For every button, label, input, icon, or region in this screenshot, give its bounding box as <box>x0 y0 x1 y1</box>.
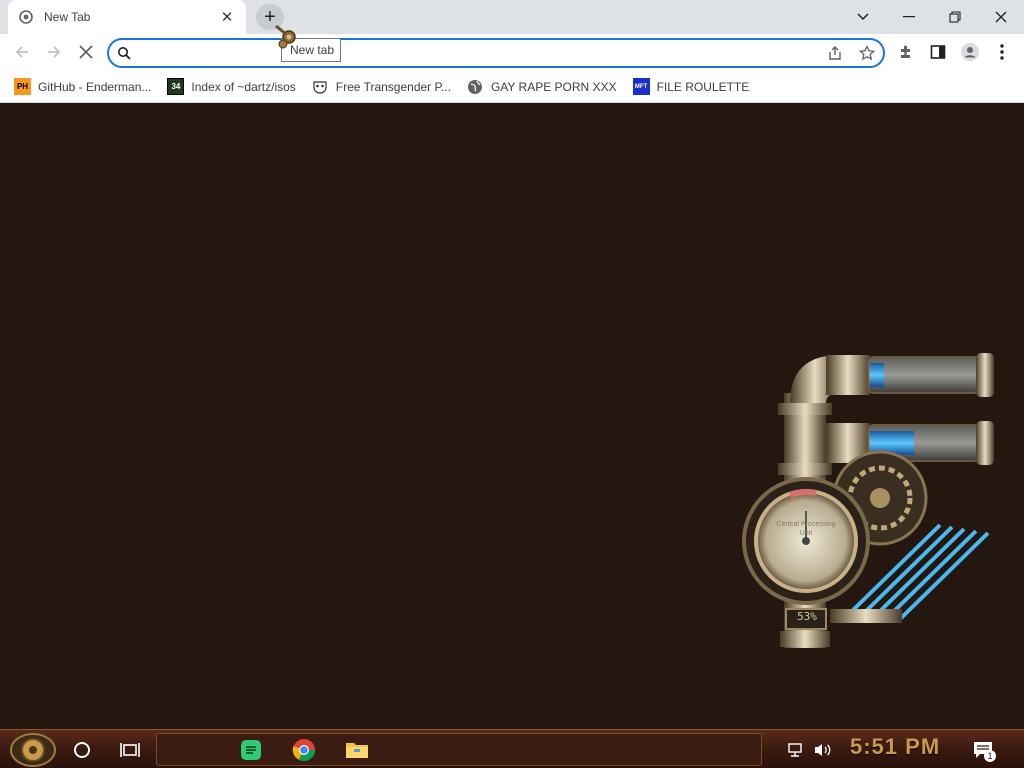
cpu-dial-label: Central Processing Unit <box>776 521 836 537</box>
bookmark-label: Index of ~dartz/isos <box>191 79 296 94</box>
network-icon[interactable] <box>782 733 808 766</box>
globe-icon <box>467 78 484 95</box>
address-input[interactable] <box>139 45 819 61</box>
side-panel-icon[interactable] <box>924 38 952 66</box>
mask-icon <box>312 78 329 95</box>
file-explorer-icon[interactable] <box>340 733 374 766</box>
back-button[interactable] <box>8 38 36 66</box>
bookmark-globe-site[interactable]: GAY RAPE PORN XXX <box>465 74 623 100</box>
bookmark-github[interactable]: PH GitHub - Enderman... <box>12 74 157 100</box>
menu-kebab-icon[interactable] <box>988 38 1016 66</box>
ph-icon: PH <box>14 78 31 95</box>
chrome-taskbar-icon[interactable] <box>286 733 322 766</box>
bookmarks-bar: PH GitHub - Enderman... 34 Index of ~dar… <box>0 71 1024 103</box>
bookmark-label: Free Transgender P... <box>335 79 451 94</box>
screen: New Tab ✕ + New tab PH GitHub - Enderman… <box>0 0 1024 768</box>
share-icon[interactable] <box>819 40 851 66</box>
steampunk-cursor-icon <box>275 24 296 49</box>
start-button[interactable] <box>6 732 60 767</box>
minimize-button[interactable] <box>886 0 932 34</box>
restore-button[interactable] <box>932 0 978 34</box>
profile-avatar-icon[interactable] <box>956 38 984 66</box>
close-window-button[interactable] <box>978 0 1024 34</box>
action-center-icon[interactable] <box>968 733 998 766</box>
spotify-notes-icon[interactable] <box>234 733 268 766</box>
bookmark-label: FILE ROULETTE <box>656 79 750 94</box>
stop-loading-button[interactable] <box>72 38 100 66</box>
bookmark-label: GitHub - Enderman... <box>38 79 152 94</box>
address-bar[interactable] <box>107 38 885 68</box>
task-view-icon[interactable] <box>112 733 148 766</box>
tab-close-icon[interactable]: ✕ <box>218 8 236 26</box>
volume-icon[interactable] <box>810 733 834 766</box>
mft-icon: MFT <box>632 78 650 95</box>
search-icon <box>109 46 139 60</box>
bookmark-file-roulette[interactable]: MFT FILE ROULETTE <box>631 74 756 100</box>
bookmark-free-transgender[interactable]: Free Transgender P... <box>310 74 457 100</box>
page-content: Central Processing Unit 53% <box>0 103 1024 729</box>
chrome-favicon-icon <box>18 9 34 25</box>
browser-toolbar <box>0 34 1024 71</box>
taskbar: 5:51 PM 1 <box>0 729 1024 768</box>
bookmark-label: GAY RAPE PORN XXX <box>490 79 617 94</box>
forward-button[interactable] <box>40 38 68 66</box>
steampunk-start-icon <box>10 732 56 767</box>
tab-new-tab[interactable]: New Tab ✕ <box>8 0 246 34</box>
extensions-puzzle-icon[interactable] <box>892 38 920 66</box>
tab-title: New Tab <box>44 10 91 24</box>
site-34-icon: 34 <box>167 78 185 95</box>
cortana-icon[interactable] <box>64 733 100 766</box>
bookmark-star-icon[interactable] <box>851 40 883 66</box>
tab-strip: New Tab ✕ + <box>0 0 1024 34</box>
bookmark-dartz-isos[interactable]: 34 Index of ~dartz/isos <box>165 74 301 100</box>
notification-count-badge: 1 <box>984 750 996 762</box>
cpu-percent: 53% <box>797 610 817 623</box>
steampunk-cpu-gadget <box>742 353 994 648</box>
taskbar-clock[interactable]: 5:51 PM <box>850 734 940 760</box>
tab-search-icon[interactable] <box>840 0 886 34</box>
